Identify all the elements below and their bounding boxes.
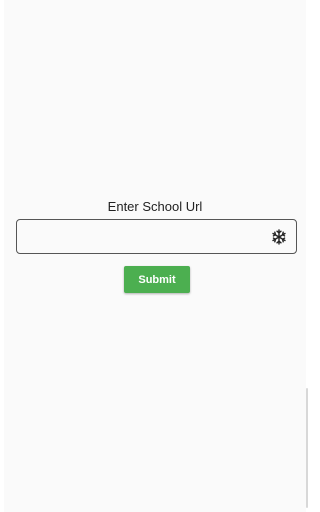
scrollbar[interactable] [306, 388, 308, 508]
school-url-field[interactable] [16, 219, 297, 254]
enter-school-url-label: Enter School Url [107, 199, 203, 214]
school-url-input[interactable] [17, 220, 270, 253]
snowflake-icon[interactable] [270, 228, 288, 246]
app-screen: Enter School Url Submit [0, 0, 310, 512]
content-panel [4, 0, 306, 512]
submit-button[interactable]: Submit [124, 266, 190, 293]
